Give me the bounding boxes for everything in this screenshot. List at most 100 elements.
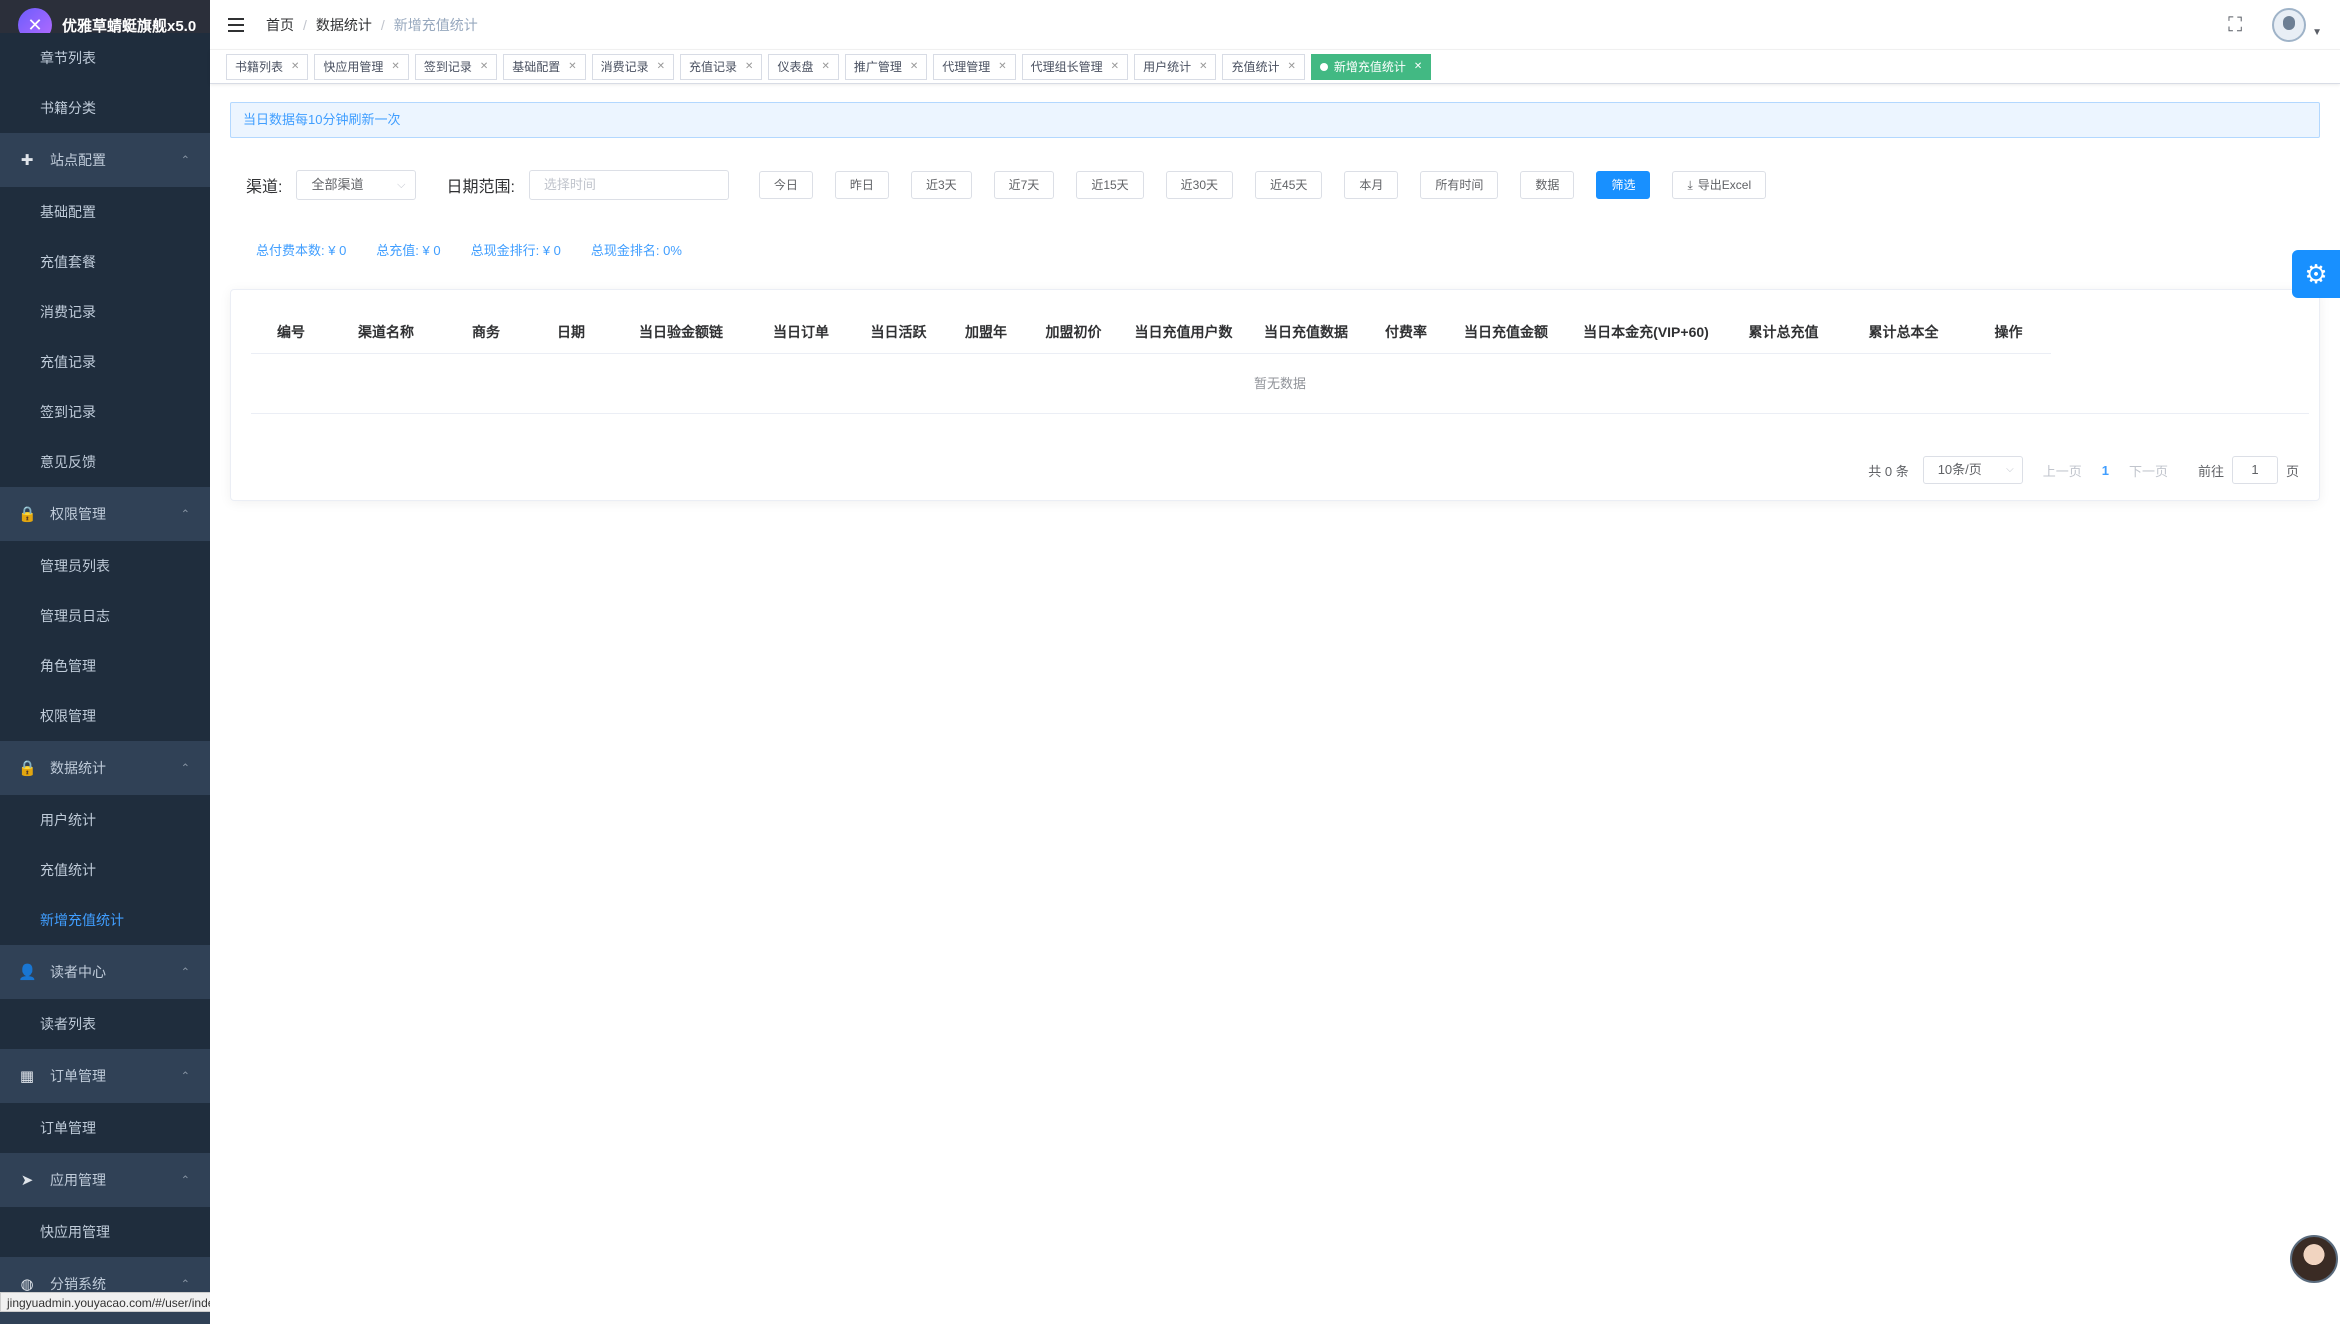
page-content: 当日数据每10分钟刷新一次 渠道: 全部渠道 ⌵ 日期范围: 选择时间 今日 昨日…: [210, 102, 2340, 501]
close-icon[interactable]: ✕: [480, 55, 488, 79]
close-icon[interactable]: ✕: [1287, 55, 1295, 79]
avatar[interactable]: [2272, 8, 2307, 42]
sidebar-item[interactable]: 权限管理: [0, 691, 210, 741]
quick-range-button[interactable]: 昨日: [834, 171, 889, 199]
tag-view-item[interactable]: 签到记录 ✕: [414, 53, 498, 80]
sidebar-item[interactable]: 章节列表: [0, 33, 210, 83]
tag-view-item[interactable]: 快应用管理 ✕: [314, 53, 409, 80]
sidebar-item[interactable]: 管理员日志: [0, 591, 210, 641]
close-icon[interactable]: ✕: [1111, 55, 1119, 79]
tag-view-item[interactable]: 书籍列表 ✕: [226, 53, 309, 80]
table-column-header: 加盟年: [965, 323, 1007, 340]
close-icon[interactable]: ✕: [1414, 55, 1422, 79]
sidebar-group-label: 读者中心: [50, 964, 106, 980]
sidebar-item[interactable]: 消费记录: [0, 287, 210, 337]
tag-view-item[interactable]: 用户统计 ✕: [1134, 53, 1217, 80]
sidebar-item[interactable]: 基础配置: [0, 187, 210, 237]
goto-page-input[interactable]: 1: [2231, 456, 2278, 484]
hamburger-icon[interactable]: [228, 17, 244, 32]
close-icon[interactable]: ✕: [821, 55, 829, 79]
send-icon: ➤: [20, 1172, 34, 1189]
table-column-header: 编号: [277, 323, 305, 340]
close-icon[interactable]: ✕: [1199, 55, 1207, 79]
tag-view-item[interactable]: 消费记录 ✕: [591, 53, 675, 80]
tag-view-item[interactable]: 充值统计 ✕: [1222, 53, 1305, 80]
globe-icon: ◍: [20, 1276, 34, 1293]
sidebar-menu: 章节列表 书籍分类 ✚ 站点配置 ⌃ 基础配置 充值套餐 消费记录 充值记录 签到记录 意见反馈 🔒 权…: [0, 33, 210, 1311]
breadcrumb-current: 新增充值统计: [393, 16, 478, 33]
quick-range-button[interactable]: 近7天: [993, 171, 1055, 199]
quick-range-button[interactable]: 近45天: [1255, 171, 1323, 199]
sidebar-item[interactable]: 充值套餐: [0, 237, 210, 287]
main-area: 首页 / 数据统计 / 新增充值统计 ⛶ ▼ 书籍列表 ✕ 快应用管理 ✕ 签到记录 ✕ 基…: [210, 0, 2340, 1324]
next-page-button[interactable]: 下一页: [2129, 461, 2168, 480]
close-icon[interactable]: ✕: [657, 55, 665, 79]
export-excel-button[interactable]: ⤓ 导出Excel: [1672, 171, 1767, 199]
channel-select[interactable]: 全部渠道 ⌵: [296, 170, 417, 200]
total-stat: 总现金排名: 0%: [590, 243, 682, 258]
filter-button[interactable]: 筛选: [1596, 171, 1651, 199]
table-column-header: 当日订单: [773, 323, 829, 340]
sidebar-item[interactable]: 读者列表: [0, 999, 210, 1049]
sidebar-item[interactable]: 新增充值统计: [0, 895, 210, 945]
sidebar-item[interactable]: 签到记录: [0, 387, 210, 437]
sidebar-item[interactable]: 意见反馈: [0, 437, 210, 487]
sidebar-item[interactable]: 充值记录: [0, 337, 210, 387]
page-number-current[interactable]: 1: [2102, 463, 2109, 478]
breadcrumb: 首页 / 数据统计 / 新增充值统计: [266, 15, 478, 35]
floating-avatar[interactable]: [2290, 1235, 2338, 1283]
sidebar-item[interactable]: 充值统计: [0, 845, 210, 895]
fullscreen-icon[interactable]: ⛶: [2228, 14, 2242, 37]
sidebar-group[interactable]: ✚ 站点配置 ⌃: [0, 133, 210, 187]
quick-range-button[interactable]: 近30天: [1165, 171, 1234, 199]
chevron-up-icon: ⌃: [180, 1278, 190, 1291]
table-column-header: 加盟初价: [1045, 323, 1102, 340]
sidebar-item[interactable]: 书籍分类: [0, 83, 210, 133]
sidebar-item[interactable]: 用户统计: [0, 795, 210, 845]
close-icon[interactable]: ✕: [998, 55, 1006, 79]
table-column-header: 当日本金充(VIP+60): [1583, 323, 1709, 340]
sidebar-item[interactable]: 管理员列表: [0, 541, 210, 591]
sidebar-item[interactable]: 订单管理: [0, 1103, 210, 1153]
sidebar-group[interactable]: 🔒 数据统计 ⌃: [0, 741, 210, 795]
tag-view-item[interactable]: 代理组长管理 ✕: [1021, 53, 1129, 80]
quick-range-button[interactable]: 近15天: [1076, 171, 1144, 199]
tag-view-item[interactable]: 代理管理 ✕: [933, 53, 1016, 80]
close-icon[interactable]: ✕: [745, 55, 753, 79]
date-range-input[interactable]: 选择时间: [528, 170, 729, 200]
table-column-header: 累计总本全: [1868, 323, 1939, 340]
quick-range-button[interactable]: 所有时间: [1420, 171, 1499, 199]
close-icon[interactable]: ✕: [291, 55, 299, 79]
quick-range-button[interactable]: 本月: [1344, 171, 1399, 199]
caret-down-icon[interactable]: ▼: [2312, 27, 2322, 38]
quick-range-button[interactable]: 近3天: [910, 171, 972, 199]
tag-view-item[interactable]: 基础配置 ✕: [503, 53, 586, 80]
quick-range-button[interactable]: 今日: [758, 171, 813, 199]
tag-view-item[interactable]: 新增充值统计 ✕: [1310, 53, 1432, 80]
breadcrumb-section[interactable]: 数据统计: [316, 15, 372, 35]
sidebar-group[interactable]: ▦ 订单管理 ⌃: [0, 1049, 210, 1103]
prev-page-button[interactable]: 上一页: [2043, 461, 2082, 480]
breadcrumb-home[interactable]: 首页: [266, 15, 294, 35]
page-size-select[interactable]: 10条/页 ⌵: [1922, 456, 2023, 484]
table-column-header: 当日充值数据: [1264, 323, 1348, 340]
sidebar-group-label: 权限管理: [50, 506, 106, 522]
sidebar-group-label: 订单管理: [50, 1068, 106, 1084]
sidebar-group[interactable]: ➤ 应用管理 ⌃: [0, 1153, 210, 1207]
quick-range-button[interactable]: 数据: [1520, 171, 1575, 199]
tag-view-item[interactable]: 仪表盘 ✕: [768, 53, 839, 80]
tag-view-item[interactable]: 充值记录 ✕: [680, 53, 763, 80]
total-stat: 总充值: ¥ 0: [376, 243, 441, 258]
close-icon[interactable]: ✕: [910, 55, 918, 79]
close-icon[interactable]: ✕: [568, 55, 576, 79]
sidebar-item[interactable]: 角色管理: [0, 641, 210, 691]
table-column-header: 渠道名称: [358, 323, 414, 340]
sidebar-item[interactable]: 快应用管理: [0, 1207, 210, 1257]
table-column-header: 当日验金额链: [639, 323, 723, 340]
tag-view-item[interactable]: 推广管理 ✕: [844, 53, 928, 80]
sidebar-group[interactable]: 👤 读者中心 ⌃: [0, 945, 210, 999]
sidebar-group[interactable]: 🔒 权限管理 ⌃: [0, 487, 210, 541]
table-column-header: 当日活跃: [870, 323, 927, 340]
close-icon[interactable]: ✕: [391, 55, 399, 79]
settings-gear-icon[interactable]: ⚙: [2292, 250, 2340, 298]
